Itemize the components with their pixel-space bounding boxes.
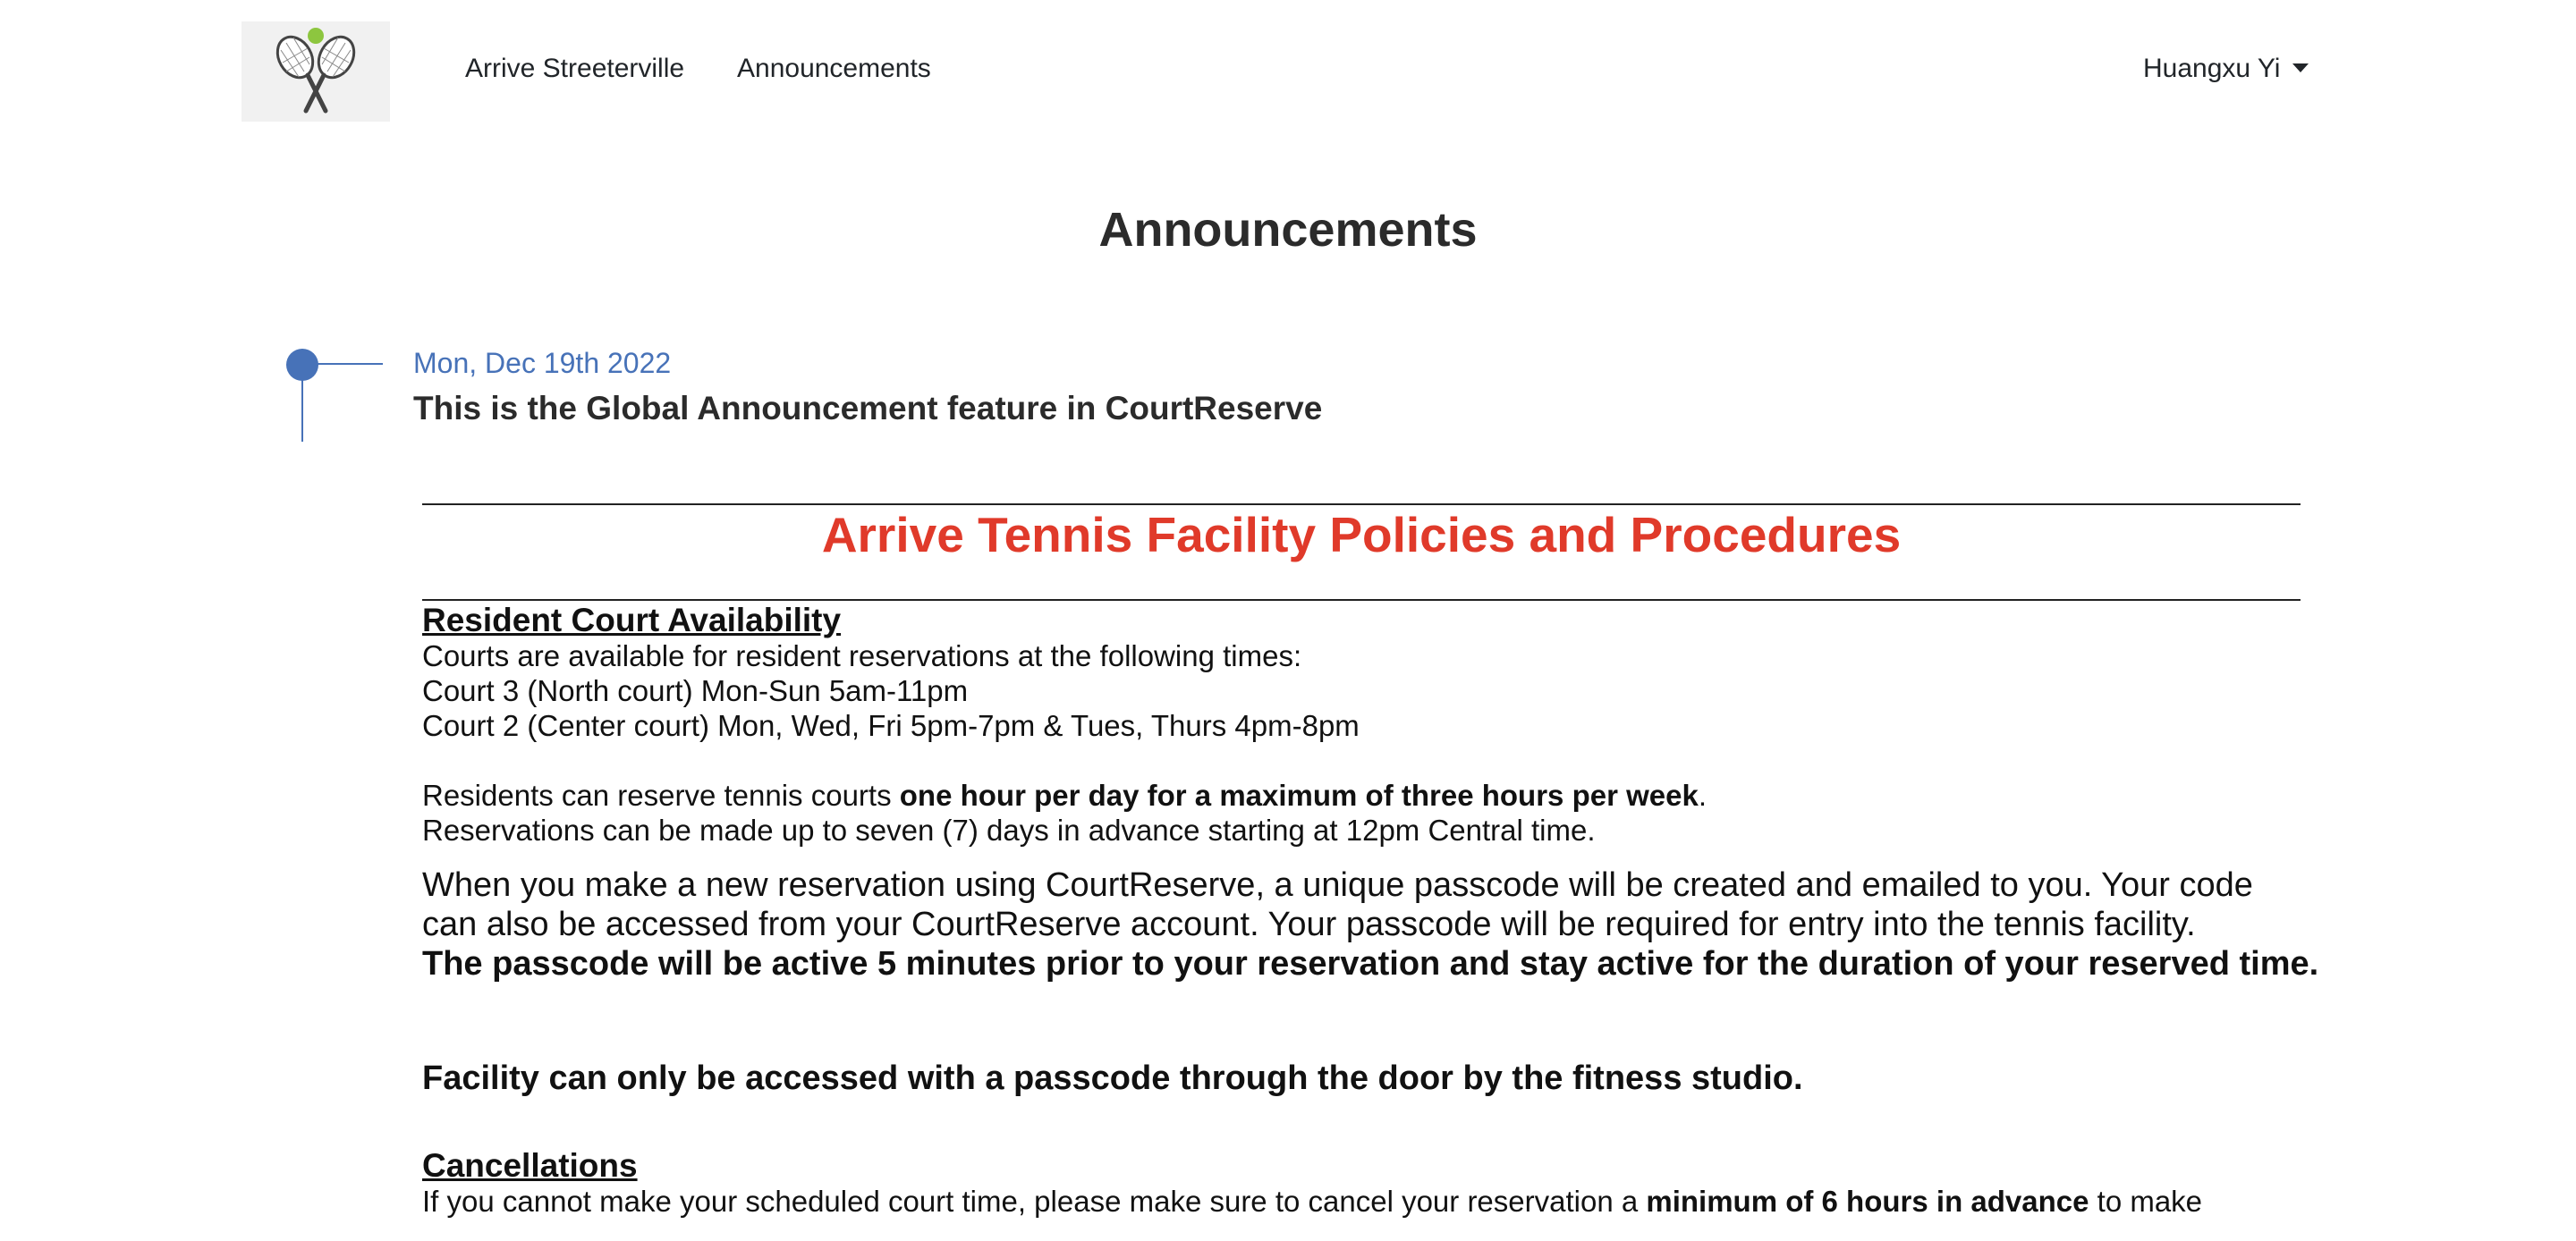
section-heading-availability: Resident Court Availability [422, 602, 842, 638]
limit-bold: one hour per day for a maximum of three … [899, 779, 1699, 812]
availability-line: Court 2 (Center court) Mon, Wed, Fri 5pm… [422, 709, 1360, 742]
divider [422, 503, 2301, 505]
tennis-rackets-logo-icon [275, 28, 356, 114]
limit-prefix: Residents can reserve tennis courts [422, 779, 900, 812]
site-logo[interactable] [242, 21, 390, 122]
announcement-body: Resident Court Availability Courts are a… [422, 602, 2319, 1219]
nav-announcements[interactable]: Announcements [737, 54, 931, 84]
divider [422, 599, 2301, 601]
announcement-heading: This is the Global Announcement feature … [413, 390, 1323, 426]
page-title: Announcements [1098, 203, 1478, 257]
timeline-line [301, 379, 303, 442]
limit-suffix: . [1698, 779, 1707, 812]
policy-title: Arrive Tennis Facility Policies and Proc… [821, 507, 1902, 562]
user-menu[interactable]: Huangxu Yi [2143, 54, 2309, 84]
cancellation-prefix: If you cannot make your scheduled court … [422, 1185, 1647, 1218]
cancellation-bold: minimum of 6 hours in advance [1646, 1185, 2089, 1218]
cancellation-suffix: to make [2089, 1185, 2203, 1218]
availability-line: Courts are available for resident reserv… [422, 639, 1302, 672]
user-name: Huangxu Yi [2143, 54, 2281, 83]
timeline-dot-icon [286, 349, 318, 381]
passcode-bold-text: The passcode will be active 5 minutes pr… [422, 945, 2319, 983]
facility-access-text: Facility can only be accessed with a pas… [422, 1059, 1803, 1097]
reservation-limit-text: Residents can reserve tennis courts one … [422, 778, 2309, 813]
announcement-date: Mon, Dec 19th 2022 [413, 347, 672, 379]
reservation-advance-text: Reservations can be made up to seven (7)… [422, 814, 1596, 847]
timeline-connector [317, 363, 383, 365]
cancellation-text: If you cannot make your scheduled court … [422, 1184, 2309, 1219]
passcode-text: When you make a new reservation using Co… [422, 866, 2253, 904]
passcode-text: can also be accessed from your CourtRese… [422, 906, 2196, 943]
nav-arrive-streeterville[interactable]: Arrive Streeterville [465, 54, 684, 84]
section-heading-cancellations: Cancellations [422, 1147, 638, 1184]
chevron-down-icon [2292, 63, 2309, 73]
availability-line: Court 3 (North court) Mon-Sun 5am-11pm [422, 674, 969, 707]
